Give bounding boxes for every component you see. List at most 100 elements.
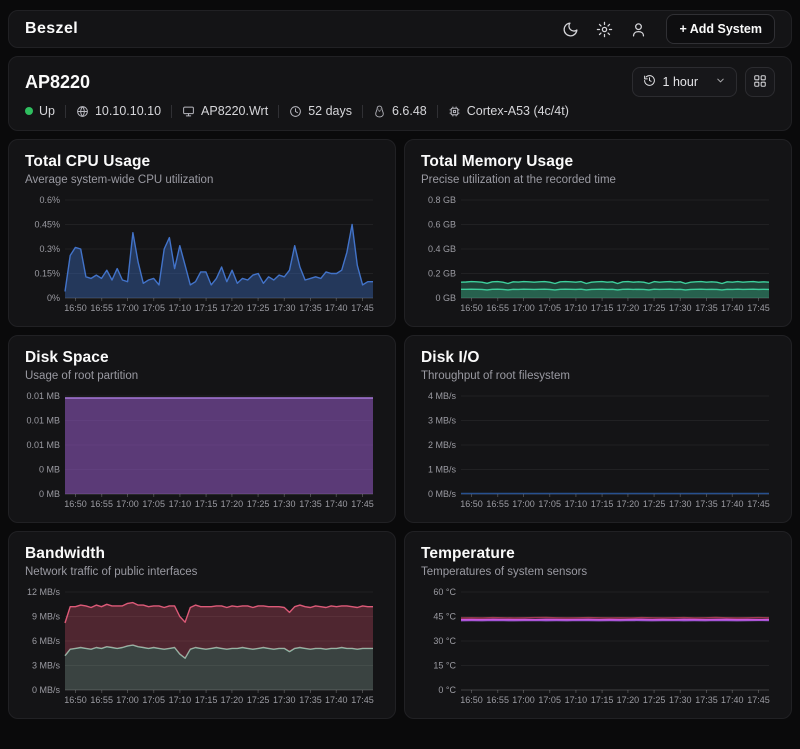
svg-text:17:45: 17:45 — [747, 695, 770, 705]
time-range-select[interactable]: 1 hour — [632, 67, 737, 97]
chart-layout-button[interactable] — [745, 67, 775, 97]
svg-text:17:30: 17:30 — [669, 695, 692, 705]
svg-text:0.15%: 0.15% — [34, 269, 60, 279]
chart-title: Disk I/O — [421, 349, 775, 367]
svg-text:17:25: 17:25 — [247, 303, 270, 313]
settings-button[interactable] — [590, 15, 618, 43]
svg-text:0 MB/s: 0 MB/s — [428, 489, 457, 499]
chart-subtitle: Throughput of root filesystem — [421, 370, 775, 382]
disk-io-chart[interactable]: 0 MB/s1 MB/s2 MB/s3 MB/s4 MB/s16:5016:55… — [421, 390, 773, 512]
svg-text:17:25: 17:25 — [643, 695, 666, 705]
chart-subtitle: Precise utilization at the recorded time — [421, 174, 775, 186]
svg-text:17:00: 17:00 — [116, 695, 139, 705]
chart-title: Disk Space — [25, 349, 379, 367]
svg-text:16:50: 16:50 — [460, 695, 483, 705]
svg-text:17:15: 17:15 — [195, 499, 218, 509]
system-kernel: 6.6.48 — [373, 104, 427, 118]
svg-text:17:00: 17:00 — [512, 695, 535, 705]
add-system-button[interactable]: + Add System — [666, 14, 775, 44]
svg-text:17:30: 17:30 — [273, 303, 296, 313]
svg-text:12 MB/s: 12 MB/s — [27, 587, 61, 597]
bandwidth-chart[interactable]: 0 MB/s3 MB/s6 MB/s9 MB/s12 MB/s16:5016:5… — [25, 586, 377, 708]
svg-text:0.01 MB: 0.01 MB — [26, 391, 60, 401]
time-range-value: 1 hour — [663, 75, 698, 89]
chart-title: Bandwidth — [25, 545, 379, 563]
svg-text:17:00: 17:00 — [116, 499, 139, 509]
svg-text:17:20: 17:20 — [221, 303, 244, 313]
system-hostname: AP8220.Wrt — [182, 104, 268, 118]
svg-text:45 °C: 45 °C — [433, 612, 456, 622]
svg-text:17:15: 17:15 — [591, 695, 614, 705]
temperature-card: Temperature Temperatures of system senso… — [404, 531, 792, 719]
svg-text:30 °C: 30 °C — [433, 636, 456, 646]
svg-text:17:35: 17:35 — [695, 695, 718, 705]
theme-toggle-button[interactable] — [556, 15, 584, 43]
gear-icon — [596, 21, 613, 38]
divider — [362, 105, 363, 118]
svg-text:17:45: 17:45 — [747, 499, 770, 509]
chart-subtitle: Average system-wide CPU utilization — [25, 174, 379, 186]
grid-layout-icon — [753, 74, 767, 91]
svg-text:17:20: 17:20 — [221, 695, 244, 705]
svg-text:17:10: 17:10 — [169, 499, 192, 509]
chart-title: Total Memory Usage — [421, 153, 775, 171]
svg-text:16:50: 16:50 — [460, 499, 483, 509]
svg-text:17:05: 17:05 — [538, 303, 561, 313]
svg-text:17:20: 17:20 — [221, 499, 244, 509]
temperature-chart[interactable]: 0 °C15 °C30 °C45 °C60 °C16:5016:5517:001… — [421, 586, 773, 708]
svg-text:17:10: 17:10 — [565, 499, 588, 509]
svg-text:0.6%: 0.6% — [39, 195, 60, 205]
chart-subtitle: Temperatures of system sensors — [421, 566, 775, 578]
memory-usage-card: Total Memory Usage Precise utilization a… — [404, 139, 792, 327]
svg-text:3 MB/s: 3 MB/s — [428, 416, 457, 426]
svg-text:0.01 MB: 0.01 MB — [26, 416, 60, 426]
system-name: AP8220 — [25, 72, 90, 93]
svg-text:17:45: 17:45 — [747, 303, 770, 313]
svg-text:0 GB: 0 GB — [435, 293, 456, 303]
svg-text:17:40: 17:40 — [325, 695, 348, 705]
svg-text:17:25: 17:25 — [247, 695, 270, 705]
svg-text:9 MB/s: 9 MB/s — [32, 612, 61, 622]
svg-text:17:35: 17:35 — [299, 499, 322, 509]
monitor-icon — [182, 105, 195, 118]
disk-space-card: Disk Space Usage of root partition 0 MB0… — [8, 335, 396, 523]
system-info-card: AP8220 1 hour Up — [8, 56, 792, 131]
topbar-actions: + Add System — [556, 14, 775, 44]
svg-text:17:15: 17:15 — [195, 695, 218, 705]
chart-title: Total CPU Usage — [25, 153, 379, 171]
divider — [171, 105, 172, 118]
bandwidth-card: Bandwidth Network traffic of public inte… — [8, 531, 396, 719]
svg-text:17:15: 17:15 — [591, 303, 614, 313]
system-uptime: 52 days — [289, 104, 352, 118]
status-dot-icon — [25, 107, 33, 115]
svg-text:0 °C: 0 °C — [438, 685, 456, 695]
svg-text:60 °C: 60 °C — [433, 587, 456, 597]
svg-text:17:40: 17:40 — [721, 303, 744, 313]
svg-text:17:10: 17:10 — [565, 303, 588, 313]
status-badge: Up — [25, 104, 55, 118]
svg-text:17:20: 17:20 — [617, 695, 640, 705]
memory-usage-chart[interactable]: 0 GB0.2 GB0.4 GB0.6 GB0.8 GB16:5016:5517… — [421, 194, 773, 316]
svg-text:17:20: 17:20 — [617, 303, 640, 313]
svg-text:16:55: 16:55 — [90, 303, 113, 313]
svg-text:17:25: 17:25 — [247, 499, 270, 509]
svg-text:0 MB: 0 MB — [39, 465, 60, 475]
svg-text:2 MB/s: 2 MB/s — [428, 440, 457, 450]
svg-text:0.6 GB: 0.6 GB — [428, 220, 456, 230]
svg-text:4 MB/s: 4 MB/s — [428, 391, 457, 401]
disk-space-chart[interactable]: 0 MB0 MB0.01 MB0.01 MB0.01 MB16:5016:551… — [25, 390, 377, 512]
clock-icon — [289, 105, 302, 118]
svg-text:17:45: 17:45 — [351, 303, 374, 313]
svg-text:0.3%: 0.3% — [39, 244, 60, 254]
svg-text:17:05: 17:05 — [142, 303, 165, 313]
svg-text:17:25: 17:25 — [643, 499, 666, 509]
user-menu-button[interactable] — [624, 15, 652, 43]
svg-text:0 MB: 0 MB — [39, 489, 60, 499]
svg-text:17:00: 17:00 — [512, 499, 535, 509]
divider — [437, 105, 438, 118]
svg-text:17:40: 17:40 — [721, 695, 744, 705]
svg-text:17:05: 17:05 — [142, 695, 165, 705]
svg-text:17:20: 17:20 — [617, 499, 640, 509]
svg-text:0%: 0% — [47, 293, 60, 303]
cpu-usage-chart[interactable]: 0%0.15%0.3%0.45%0.6%16:5016:5517:0017:05… — [25, 194, 377, 316]
